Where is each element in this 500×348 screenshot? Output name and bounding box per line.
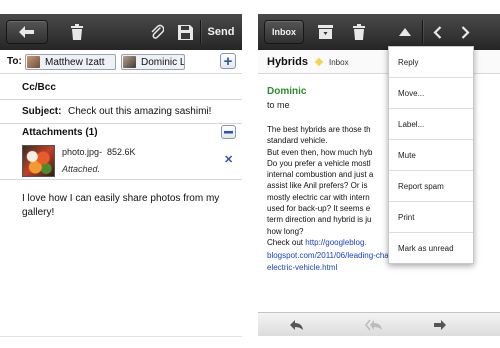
reply-icon: [289, 320, 303, 330]
reply-button[interactable]: [286, 315, 306, 335]
send-label: Send: [207, 26, 235, 38]
attachments-header: Attachments (1): [0, 124, 242, 142]
ccbcc-label: Cc/Bcc: [22, 82, 56, 93]
attachments-label: Attachments (1): [22, 127, 98, 138]
menu-item-label: Print: [398, 212, 415, 222]
menu-item-label: Mute: [398, 150, 416, 160]
toolbar-divider: [200, 20, 201, 44]
plus-icon: +: [223, 52, 233, 70]
menu-item-label: Label...: [398, 119, 425, 129]
newer-button[interactable]: [426, 21, 448, 43]
menu-item-label: Mark as unread: [398, 244, 454, 253]
compose-toolbar: Send: [0, 14, 242, 50]
label-icon: [314, 57, 324, 67]
attachment-filename: photo.jpg: [62, 147, 100, 157]
recipient-name: Dominic L: [141, 56, 185, 68]
message-actions-menu: Reply Move... Label... Mute Report spam …: [388, 46, 474, 264]
menu-item-print[interactable]: Print: [389, 202, 473, 233]
back-arrow-icon: [19, 26, 34, 38]
reply-all-button[interactable]: [364, 315, 384, 335]
attachment-item: photo.jpg - 852.6K Attached. ✕: [0, 142, 242, 180]
menu-item-label: Reply: [398, 57, 419, 67]
body-line: The best hybrids are those th: [267, 125, 371, 134]
chevron-left-icon: [432, 25, 441, 39]
avatar: [27, 56, 40, 68]
attachment-status: Attached.: [62, 164, 101, 174]
attach-button[interactable]: [146, 21, 168, 43]
message-subject: Hybrids: [267, 56, 308, 68]
forward-arrow-icon: [434, 320, 446, 330]
delete-button[interactable]: [66, 21, 88, 43]
collapse-attachments-button[interactable]: [221, 125, 236, 139]
paperclip-icon: [151, 24, 164, 39]
message-body[interactable]: I love how I can easily share photos fro…: [22, 192, 232, 220]
back-button[interactable]: [6, 20, 48, 44]
send-button[interactable]: Send: [204, 21, 238, 43]
body-line: term direction and hybrid is ju: [267, 215, 372, 225]
archive-button[interactable]: [314, 21, 336, 43]
body-line: Do you prefer a vehicle mostl: [267, 158, 371, 168]
compose-panel: Send To: Matthew Izatt Dominic L + Cc/Bc…: [0, 0, 242, 348]
menu-item-label[interactable]: Label...: [389, 109, 473, 140]
recipient-line: to me: [267, 100, 290, 110]
recipient-chip[interactable]: Matthew Izatt: [25, 54, 116, 70]
caret-up-icon: [399, 28, 411, 36]
recipient-chip[interactable]: Dominic L: [121, 54, 185, 70]
body-line: how long?: [267, 226, 304, 236]
subject-field[interactable]: Check out this amazing sashimi!: [68, 106, 211, 117]
photo-thumbnail[interactable]: [22, 145, 55, 177]
forward-button[interactable]: [430, 315, 450, 335]
add-recipient-button[interactable]: +: [220, 53, 236, 69]
menu-item-mark-unread[interactable]: Mark as unread: [389, 233, 473, 264]
inbox-label-tag[interactable]: Inbox: [329, 58, 349, 67]
chevron-right-icon: [461, 25, 470, 39]
to-label: To:: [7, 56, 22, 67]
toolbar-divider: [422, 20, 423, 44]
subject-row[interactable]: Subject: Check out this amazing sashimi!: [0, 100, 242, 124]
recipient-name: Matthew Izatt: [45, 56, 105, 68]
menu-toggle-button[interactable]: [394, 21, 416, 43]
menu-item-report-spam[interactable]: Report spam: [389, 171, 473, 202]
attachment-separator: -: [99, 147, 102, 157]
delete-button[interactable]: [348, 21, 370, 43]
reader-toolbar: Inbox: [258, 14, 500, 50]
trash-icon: [71, 24, 83, 40]
body-line: But even then, how much hyb: [267, 147, 373, 157]
inbox-label: Inbox: [272, 27, 296, 37]
body-line: internal combustion and just a: [267, 170, 374, 180]
menu-item-reply[interactable]: Reply: [389, 47, 473, 78]
older-button[interactable]: [454, 21, 476, 43]
to-row: To: Matthew Izatt Dominic L +: [0, 50, 242, 74]
menu-item-label: Move...: [398, 88, 425, 98]
reply-all-icon: [365, 319, 382, 331]
blog-link[interactable]: http://googleblog.: [305, 238, 366, 247]
archive-icon: [317, 25, 333, 39]
subject-label: Subject:: [22, 106, 62, 117]
checkout-text: Check out: [267, 238, 306, 247]
menu-item-mute[interactable]: Mute: [389, 140, 473, 171]
body-line: standard vehicle.: [267, 136, 328, 146]
save-draft-button[interactable]: [174, 21, 196, 43]
menu-item-move[interactable]: Move...: [389, 78, 473, 109]
inbox-button[interactable]: Inbox: [264, 20, 304, 44]
reply-action-bar: [258, 312, 500, 336]
menu-item-label: Report spam: [398, 181, 444, 191]
trash-icon: [353, 24, 365, 40]
floppy-disk-icon: [177, 24, 193, 40]
remove-attachment-icon[interactable]: ✕: [224, 153, 233, 166]
body-line: assist like Anil prefers? Or is: [267, 181, 368, 191]
message-body: The best hybrids are those th standard v…: [267, 124, 395, 237]
body-line: mostly electric car with intern: [267, 192, 370, 202]
ccbcc-row[interactable]: Cc/Bcc: [0, 74, 242, 100]
sender-name[interactable]: Dominic: [267, 86, 306, 97]
minus-icon: [224, 130, 233, 133]
attachment-size: 852.6K: [107, 147, 136, 157]
body-line: used for back-up? It seems e: [267, 204, 371, 214]
avatar: [123, 56, 136, 68]
compose-bottom-divider: [0, 336, 242, 337]
